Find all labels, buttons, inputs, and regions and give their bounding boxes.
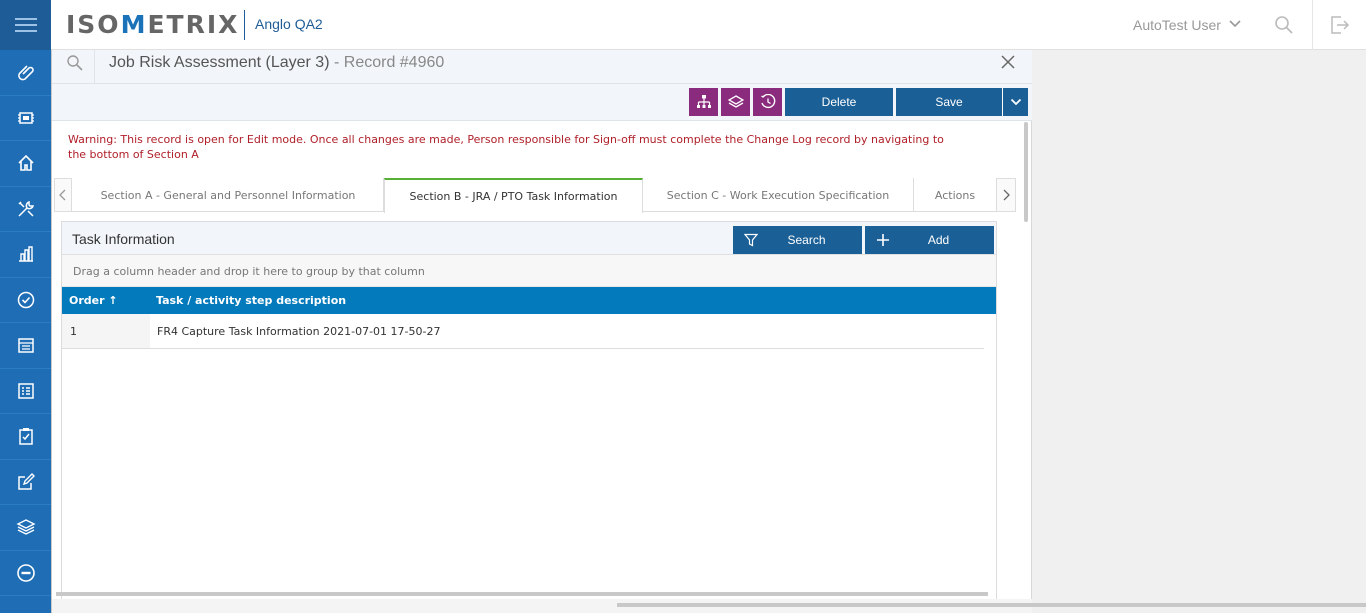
chip-icon [17,112,34,124]
plus-icon [877,234,889,246]
page-horizontal-scrollbar[interactable] [617,603,1366,607]
sidebar-item-tools[interactable] [0,187,51,232]
search-icon[interactable] [66,54,84,77]
title-divider [94,50,95,84]
edit-icon [17,472,35,490]
sidebar [0,50,51,613]
user-name[interactable]: AutoTest User [1133,17,1221,33]
column-header-description[interactable]: Task / activity step description [149,287,346,314]
sidebar-item-modules[interactable] [0,96,51,141]
tab-section-c[interactable]: Section C - Work Execution Specification [643,178,914,212]
tab-section-a[interactable]: Section A - General and Personnel Inform… [73,178,384,212]
chevron-down-icon [1010,98,1021,106]
logo-divider [244,10,245,40]
bar-chart-icon [18,246,33,262]
sidebar-item-forms[interactable] [0,460,51,505]
record-title-bar: Job Risk Assessment (Layer 3) - Record #… [52,50,1032,84]
add-button-label: Add [927,233,950,247]
search-icon[interactable] [1274,15,1294,40]
vertical-scrollbar[interactable] [1024,122,1028,222]
save-button[interactable]: Save [896,88,1002,116]
sidebar-item-layers[interactable] [0,505,51,551]
chevron-left-icon [59,189,66,201]
tab-scroll-left[interactable] [54,178,72,212]
sidebar-item-registers[interactable] [0,369,51,414]
check-circle-icon [17,291,34,308]
edit-mode-warning: Warning: This record is open for Edit mo… [68,133,944,161]
tools-icon [17,200,34,217]
sidebar-item-attachments[interactable] [0,50,51,96]
sidebar-item-calendar[interactable] [0,323,51,369]
history-button[interactable] [753,88,782,116]
record-toolbar: Delete Save [52,84,1032,121]
group-by-drop-zone[interactable]: Drag a column header and drop it here to… [62,255,996,287]
chevron-right-icon [1003,189,1010,201]
search-button-label: Search [787,233,826,247]
clipboard-check-icon [18,428,33,445]
chevron-down-icon[interactable] [1228,17,1242,36]
logout-icon[interactable] [1328,14,1350,41]
tab-actions[interactable]: Actions [914,178,996,212]
menu-icon[interactable] [0,0,51,50]
grid-title: Task Information [72,231,175,247]
home-icon [17,155,34,172]
add-button[interactable]: Add [865,226,994,254]
paperclip-icon [17,65,34,81]
list-icon [17,383,34,399]
cell-order: 1 [62,314,150,348]
section-tabs: Section A - General and Personnel Inform… [54,178,1016,213]
sidebar-item-inspections[interactable] [0,414,51,460]
sidebar-item-home[interactable] [0,141,51,187]
layers-icon [15,519,36,536]
hierarchy-icon [696,95,711,108]
sidebar-item-reports[interactable] [0,232,51,278]
hierarchy-button[interactable] [689,88,718,116]
cell-description: FR4 Capture Task Information 2021-07-01 … [157,325,441,338]
sidebar-item-stop[interactable] [0,551,51,596]
delete-button[interactable]: Delete [785,88,893,116]
horizontal-scrollbar[interactable] [56,592,988,596]
layers-icon [727,95,744,108]
grid-header: Task Information Search Add [62,222,996,255]
close-icon[interactable] [1001,55,1015,74]
header-divider [1312,0,1313,50]
filter-icon [744,233,758,247]
column-header-order[interactable]: Order ↑ [62,287,149,314]
save-options-button[interactable] [1002,88,1028,116]
column-header-row: Order ↑ Task / activity step description [62,287,996,314]
record-title: Job Risk Assessment (Layer 3) - Record #… [109,54,445,71]
task-information-grid: Task Information Search Add Drag a colum… [61,221,997,613]
sidebar-item-tasks[interactable] [0,278,51,323]
logo: ISOMETRIX [66,10,240,39]
table-row[interactable]: 1 FR4 Capture Task Information 2021-07-0… [62,314,984,349]
tenant-name: Anglo QA2 [255,16,323,32]
top-bar: ISOMETRIX Anglo QA2 AutoTest User [0,0,1366,50]
search-button[interactable]: Search [733,226,862,254]
record-panel: Job Risk Assessment (Layer 3) - Record #… [52,50,1032,613]
history-icon [760,94,775,109]
minus-circle-icon [16,563,35,582]
layers-button[interactable] [721,88,750,116]
calendar-icon [17,338,34,353]
tab-section-b[interactable]: Section B - JRA / PTO Task Information [384,178,643,213]
tab-scroll-right[interactable] [996,178,1016,212]
